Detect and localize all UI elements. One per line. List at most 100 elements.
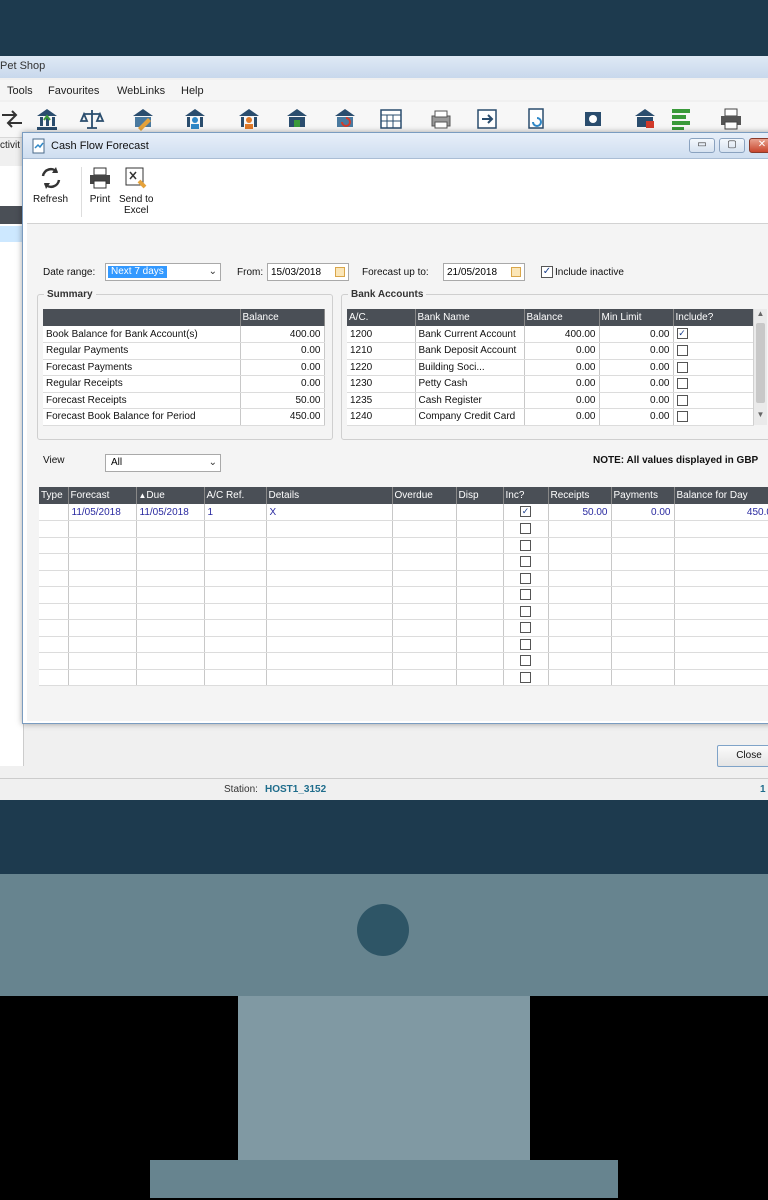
printer-icon[interactable] (718, 106, 744, 132)
bank-include-checkbox[interactable] (676, 378, 688, 390)
bank-account-row[interactable]: 1240 Company Credit Card 0.00 0.00 (347, 408, 754, 426)
menu-help[interactable]: Help (181, 85, 204, 97)
tx-header-payments[interactable]: Payments (611, 487, 675, 504)
summary-row[interactable]: Forecast Book Balance for Period 450.00 (43, 408, 325, 426)
tx-inc-checkbox[interactable] (520, 539, 531, 551)
bank-lock-icon[interactable] (632, 106, 658, 132)
bank-include-checkbox[interactable] (676, 361, 688, 373)
tx-empty-cell (611, 586, 675, 604)
menu-weblinks[interactable]: WebLinks (117, 85, 165, 97)
tx-header-disp[interactable]: Disp (456, 487, 504, 504)
calendar-grid-icon[interactable] (378, 106, 404, 132)
bank-account-row[interactable]: 1210 Bank Deposit Account 0.00 0.00 (347, 342, 754, 360)
scales-icon[interactable] (79, 106, 105, 132)
tx-header-balance[interactable]: Balance for Day (674, 487, 768, 504)
view-select[interactable]: All ⌄ (105, 454, 221, 472)
bank-include-checkbox[interactable] (676, 411, 688, 423)
tx-inc-checkbox[interactable] (520, 589, 531, 601)
from-date-field[interactable]: 15/03/2018 (267, 263, 349, 281)
tx-inc-checkbox[interactable] (520, 622, 531, 634)
bank-account-row[interactable]: 1230 Petty Cash 0.00 0.00 (347, 375, 754, 393)
monitor-scene: Pet Shop Tools Favourites WebLinks Help (0, 0, 768, 1200)
tx-inc-checkbox[interactable] (520, 605, 531, 617)
summary-row[interactable]: Regular Payments 0.00 (43, 342, 325, 360)
menu-favourites[interactable]: Favourites (48, 85, 99, 97)
tx-header-acref[interactable]: A/C Ref. (204, 487, 267, 504)
tx-header-receipts[interactable]: Receipts (548, 487, 612, 504)
transaction-empty-row[interactable] (39, 619, 768, 637)
tx-header-due[interactable]: ▲Due (136, 487, 205, 504)
transaction-empty-row[interactable] (39, 586, 768, 604)
maximize-button[interactable]: ▢ (719, 138, 745, 153)
tx-header-type[interactable]: Type (39, 487, 69, 504)
tx-inc-checkbox[interactable] (520, 556, 531, 568)
tx-empty-cell (68, 619, 137, 637)
tx-header-details[interactable]: Details (266, 487, 393, 504)
bank-include-checkbox[interactable] (676, 345, 688, 357)
left-panel-selected-row[interactable] (0, 226, 24, 242)
scroll-down-icon[interactable]: ▼ (754, 410, 767, 424)
tx-inc-cell (503, 570, 549, 587)
tx-empty-cell (68, 520, 137, 538)
summary-row[interactable]: Regular Receipts 0.00 (43, 375, 325, 393)
bank-account-row[interactable]: 1235 Cash Register 0.00 0.00 (347, 392, 754, 409)
scroll-up-icon[interactable]: ▲ (754, 309, 767, 323)
tx-inc-checkbox[interactable] (520, 572, 531, 584)
bank-account-row[interactable]: 1220 Building Soci... 0.00 0.00 (347, 359, 754, 376)
refresh-button[interactable]: Refresh (33, 165, 68, 205)
tx-inc-checkbox[interactable] (520, 671, 531, 683)
calendar-icon[interactable] (511, 267, 521, 277)
print-button[interactable]: Print (87, 165, 113, 205)
bank-user-icon[interactable] (182, 106, 208, 132)
printer-money-icon[interactable] (428, 106, 454, 132)
tx-inc-checkbox[interactable]: ✓ (520, 506, 531, 518)
summary-row[interactable]: Forecast Receipts 50.00 (43, 392, 325, 409)
door-arrow-icon[interactable] (474, 106, 500, 132)
close-window-button[interactable]: ✕ (749, 138, 768, 153)
dialog-titlebar[interactable]: Cash Flow Forecast ▭ ▢ ✕ (23, 133, 768, 159)
tx-header-forecast[interactable]: Forecast (68, 487, 137, 504)
bank-accounts-scrollbar[interactable]: ▲ ▼ (753, 309, 767, 425)
tx-inc-checkbox[interactable] (520, 655, 531, 667)
document-refresh-icon[interactable] (524, 106, 550, 132)
include-inactive-checkbox[interactable]: ✓ (541, 266, 553, 278)
bank-refresh-icon[interactable] (332, 106, 358, 132)
bank-include-checkbox[interactable]: ✓ (676, 328, 688, 340)
send-to-excel-button[interactable]: Send to Excel (119, 165, 153, 216)
transaction-empty-row[interactable] (39, 520, 768, 538)
calendar-icon[interactable] (335, 267, 345, 277)
scroll-thumb[interactable] (756, 323, 765, 403)
transaction-empty-row[interactable] (39, 553, 768, 571)
ledger-icon[interactable] (668, 106, 694, 132)
transaction-empty-row[interactable] (39, 636, 768, 653)
bank-user-orange-icon[interactable] (236, 106, 262, 132)
transaction-empty-row[interactable] (39, 603, 768, 620)
tx-inc-checkbox[interactable] (520, 638, 531, 650)
menu-tools[interactable]: Tools (7, 85, 33, 97)
chevron-down-icon: ⌄ (208, 266, 217, 277)
transaction-empty-row[interactable] (39, 570, 768, 587)
chevron-down-icon: ⌄ (208, 457, 217, 468)
tx-empty-cell (674, 570, 768, 587)
bank-account-row[interactable]: 1200 Bank Current Account 400.00 0.00 ✓ (347, 326, 754, 343)
minimize-button[interactable]: ▭ (689, 138, 715, 153)
transaction-empty-row[interactable] (39, 537, 768, 554)
close-button[interactable]: Close (717, 745, 768, 767)
tx-header-overdue[interactable]: Overdue (392, 487, 457, 504)
bank-include-checkbox[interactable] (676, 394, 688, 406)
transaction-empty-row[interactable] (39, 652, 768, 670)
transfer-icon[interactable] (580, 106, 606, 132)
tx-header-inc[interactable]: Inc? (503, 487, 549, 504)
bank-edit-icon[interactable] (130, 106, 156, 132)
tx-inc-checkbox[interactable] (520, 523, 531, 535)
forecast-date-field[interactable]: 21/05/2018 (443, 263, 525, 281)
transaction-row[interactable]: 11/05/201811/05/20181X✓50.000.00450.00 (39, 504, 768, 521)
transaction-empty-row[interactable] (39, 669, 768, 686)
bank-house-icon[interactable] (284, 106, 310, 132)
tx-empty-cell (39, 636, 69, 653)
date-range-select[interactable]: Next 7 days ⌄ (105, 263, 221, 281)
bank-up-icon[interactable] (34, 106, 60, 132)
arrows-icon[interactable] (0, 106, 26, 132)
summary-row[interactable]: Book Balance for Bank Account(s) 400.00 (43, 326, 325, 343)
summary-row[interactable]: Forecast Payments 0.00 (43, 359, 325, 376)
